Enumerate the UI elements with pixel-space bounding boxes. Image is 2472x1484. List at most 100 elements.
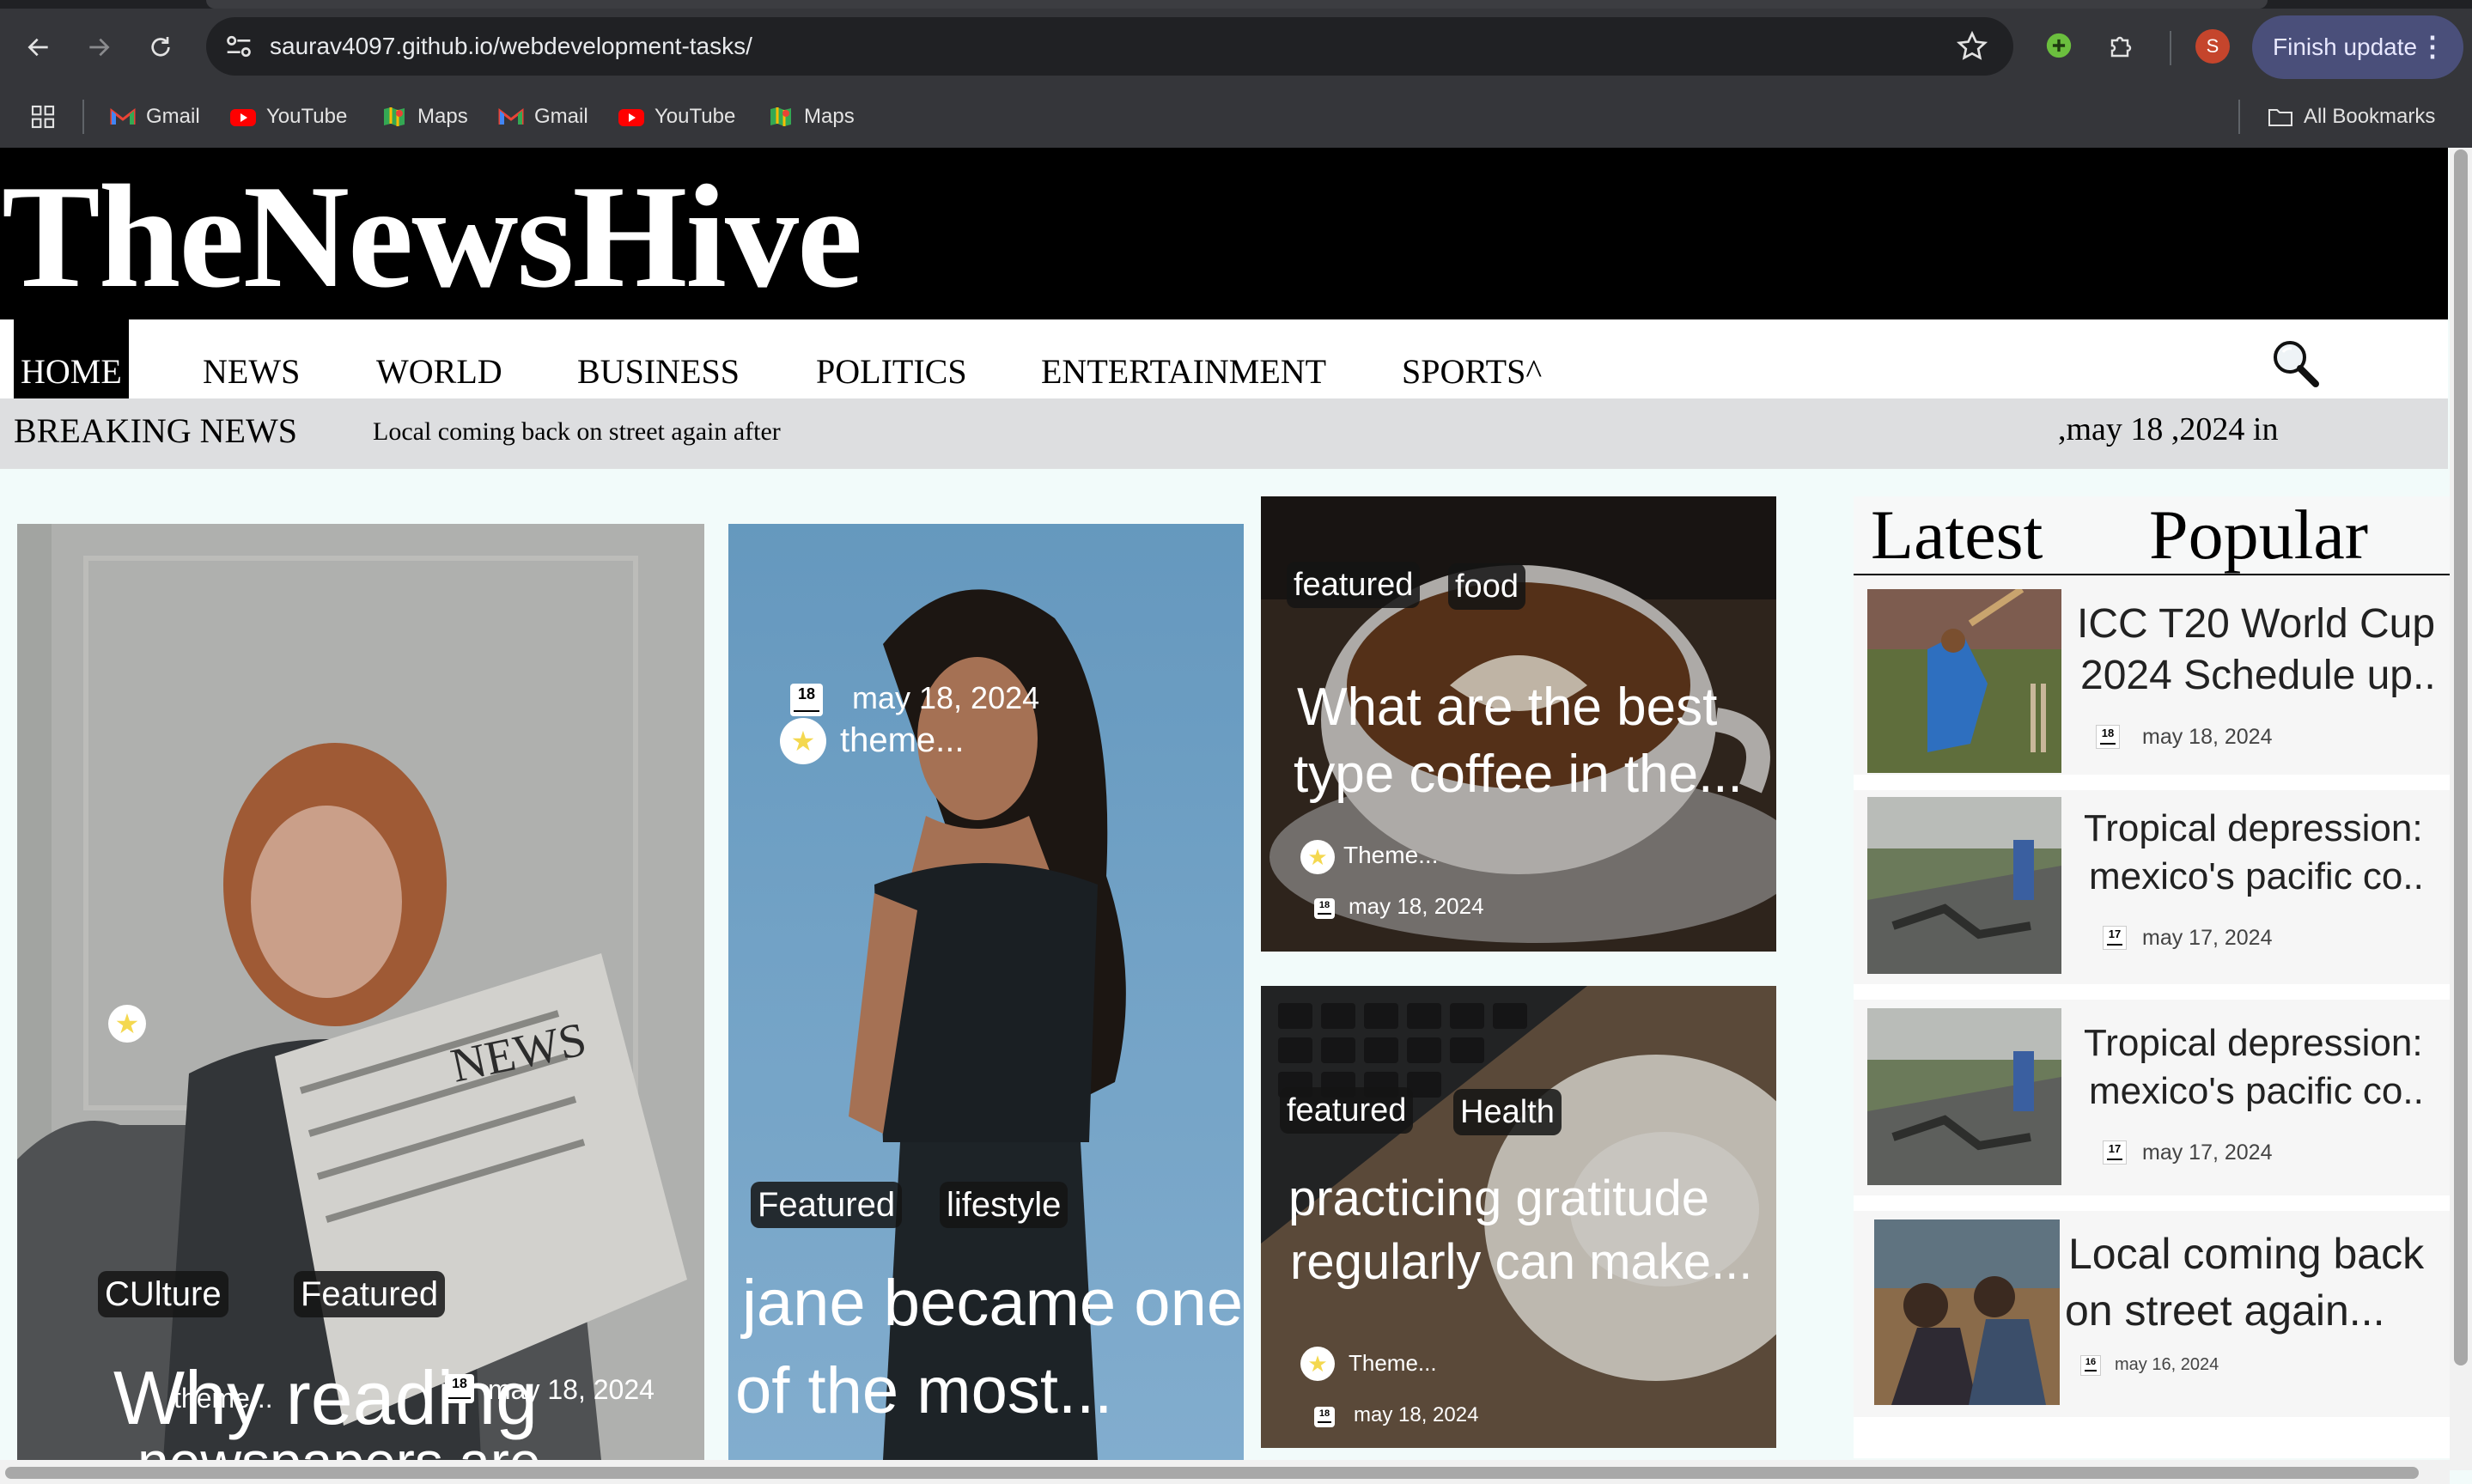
search-icon[interactable] <box>2268 337 2323 392</box>
category-tag-food[interactable]: food <box>1448 563 1525 610</box>
maps-icon <box>384 107 405 126</box>
author-avatar-icon: ★ <box>780 718 826 764</box>
address-bar[interactable]: saurav4097.github.io/webdevelopment-task… <box>206 17 2013 76</box>
category-tag-culture[interactable]: CUlture <box>98 1271 228 1317</box>
news-title[interactable]: Tropical depression: <box>2084 804 2423 853</box>
horizontal-scrollbar[interactable] <box>0 1460 2450 1484</box>
nav-entertainment[interactable]: ENTERTAINMENT <box>1041 319 1326 398</box>
sidebar-news-item[interactable]: ICC T20 World Cup 2024 Schedule up.. 18 … <box>1854 575 2450 775</box>
nav-news[interactable]: NEWS <box>203 319 300 398</box>
article-title-continued[interactable]: regularly can make... <box>1290 1235 1752 1290</box>
bookmark-maps-2[interactable]: Maps <box>768 100 855 134</box>
article-title-continued[interactable]: type coffee in the... <box>1294 745 1743 804</box>
news-title[interactable]: ICC T20 World Cup <box>2077 598 2435 651</box>
news-title[interactable]: Local coming back <box>2068 1226 2424 1282</box>
vertical-scrollbar[interactable] <box>2450 148 2472 1470</box>
article-title[interactable]: jane became one <box>742 1268 1243 1340</box>
sidebar-news-item[interactable]: Tropical depression: mexico's pacific co… <box>1854 790 2450 984</box>
bookmark-youtube-2[interactable]: YouTube <box>618 100 735 134</box>
nav-business[interactable]: BUSINESS <box>577 319 740 398</box>
category-tag-health[interactable]: Health <box>1453 1089 1562 1135</box>
category-tag-featured[interactable]: featured <box>1287 562 1421 608</box>
youtube-icon <box>230 109 256 126</box>
article-title[interactable]: practicing gratitude <box>1288 1171 1709 1226</box>
gmail-icon <box>110 107 136 125</box>
category-tag-featured[interactable]: Featured <box>294 1271 446 1317</box>
flood-road-thumbnail <box>1867 797 2061 974</box>
article-card-food[interactable]: featured food What are the best type cof… <box>1261 496 1776 952</box>
finish-update-label: Finish update <box>2273 33 2418 60</box>
tab-popular[interactable]: Popular <box>2149 498 2368 572</box>
calendar-icon: 17 <box>2103 926 2127 950</box>
category-tag-featured[interactable]: Featured <box>751 1182 903 1228</box>
puzzle-icon <box>2110 36 2132 58</box>
breaking-news-label: BREAKING NEWS <box>14 411 297 450</box>
bookmark-gmail-2[interactable]: Gmail <box>498 100 588 134</box>
bookmark-label: YouTube <box>266 105 348 128</box>
bookmark-maps[interactable]: Maps <box>381 100 468 134</box>
reload-button[interactable] <box>139 26 182 69</box>
profile-avatar[interactable]: S <box>2195 29 2230 64</box>
sidebar-news-item[interactable]: Tropical depression: mexico's pacific co… <box>1854 1000 2450 1195</box>
reload-icon <box>151 37 170 57</box>
article-card-lifestyle[interactable]: Featured lifestyle jane became one of th… <box>728 524 1244 1460</box>
author-avatar-icon: ★ <box>1300 1347 1335 1381</box>
breaking-news-date: ,may 18 ,2024 in <box>2058 411 2279 447</box>
author-name[interactable]: theme... <box>174 1383 273 1414</box>
bookmarks-divider <box>82 100 84 134</box>
author-name[interactable]: Theme... <box>1349 1350 1437 1377</box>
author-name[interactable]: Theme... <box>1343 842 1438 869</box>
tab-latest[interactable]: Latest <box>1871 498 2043 572</box>
author-avatar-icon: ★ <box>1300 840 1335 874</box>
site-info-icon[interactable] <box>222 29 256 64</box>
all-bookmarks-button[interactable]: All Bookmarks <box>2268 100 2435 134</box>
extension-button[interactable] <box>2037 24 2080 67</box>
horizontal-scroll-thumb[interactable] <box>5 1467 2419 1479</box>
active-tab-edge[interactable] <box>206 0 2268 9</box>
news-title-continued[interactable]: on street again... <box>2065 1283 2384 1339</box>
bookmark-label: Maps <box>417 105 468 128</box>
breaking-news-bar: BREAKING NEWS Local coming back on stree… <box>0 398 2448 469</box>
news-date: may 17, 2024 <box>2142 926 2273 950</box>
forward-button[interactable] <box>77 26 120 69</box>
more-vertical-icon: ⋮ <box>2419 31 2446 62</box>
article-title-continued[interactable]: newspapers are... <box>137 1431 588 1460</box>
breaking-news-ticker[interactable]: Local coming back on street again after <box>373 417 781 447</box>
back-arrow-icon <box>27 38 48 57</box>
apps-grid-icon <box>31 105 55 129</box>
nav-world[interactable]: WORLD <box>376 319 502 398</box>
category-tag-featured[interactable]: featured <box>1280 1087 1414 1134</box>
bookmark-gmail[interactable]: Gmail <box>110 100 200 134</box>
nav-sports[interactable]: SPORTS^ <box>1402 319 1542 398</box>
article-title-continued[interactable]: of the most... <box>735 1355 1112 1427</box>
category-tag-lifestyle[interactable]: lifestyle <box>940 1182 1069 1228</box>
vertical-scroll-thumb[interactable] <box>2454 149 2468 1365</box>
article-title[interactable]: What are the best <box>1297 678 1717 737</box>
all-bookmarks-label: All Bookmarks <box>2304 105 2436 128</box>
nav-home[interactable]: HOME <box>14 319 129 398</box>
article-card-health[interactable]: featured Health practicing gratitude reg… <box>1261 986 1776 1448</box>
back-button[interactable] <box>17 26 60 69</box>
bookmark-star-icon[interactable] <box>1955 29 1989 64</box>
calendar-icon: 18 <box>1314 898 1335 919</box>
author-name[interactable]: theme... <box>840 721 965 760</box>
finish-update-button[interactable]: Finish update ⋮ <box>2252 15 2463 79</box>
main-nav: HOME NEWS WORLD BUSINESS POLITICS ENTERT… <box>0 319 2448 398</box>
news-title-continued[interactable]: mexico's pacific co.. <box>2089 852 2424 901</box>
news-title-continued[interactable]: 2024 Schedule up.. <box>2080 649 2436 702</box>
url-text[interactable]: saurav4097.github.io/webdevelopment-task… <box>270 33 752 60</box>
news-title[interactable]: Tropical depression: <box>2084 1019 2423 1067</box>
apps-button[interactable] <box>29 100 57 134</box>
article-date: may 18, 2024 <box>1354 1403 1479 1426</box>
folder-icon <box>2268 109 2292 126</box>
nav-politics[interactable]: POLITICS <box>816 319 967 398</box>
news-date: may 18, 2024 <box>2142 725 2273 749</box>
article-card-culture[interactable]: NEWS CUlture Featured Why reading newspa… <box>17 524 704 1460</box>
news-title-continued[interactable]: mexico's pacific co.. <box>2089 1067 2424 1116</box>
extensions-menu-button[interactable] <box>2101 24 2144 67</box>
site-logo[interactable]: TheNewsHive <box>2 163 862 311</box>
bookmark-youtube[interactable]: YouTube <box>230 100 347 134</box>
author-avatar-icon: ★ <box>108 1005 146 1043</box>
sidebar-news-item[interactable]: Local coming back on street again... 16 … <box>1854 1211 2450 1417</box>
bookmarks-divider-right <box>2238 100 2240 134</box>
